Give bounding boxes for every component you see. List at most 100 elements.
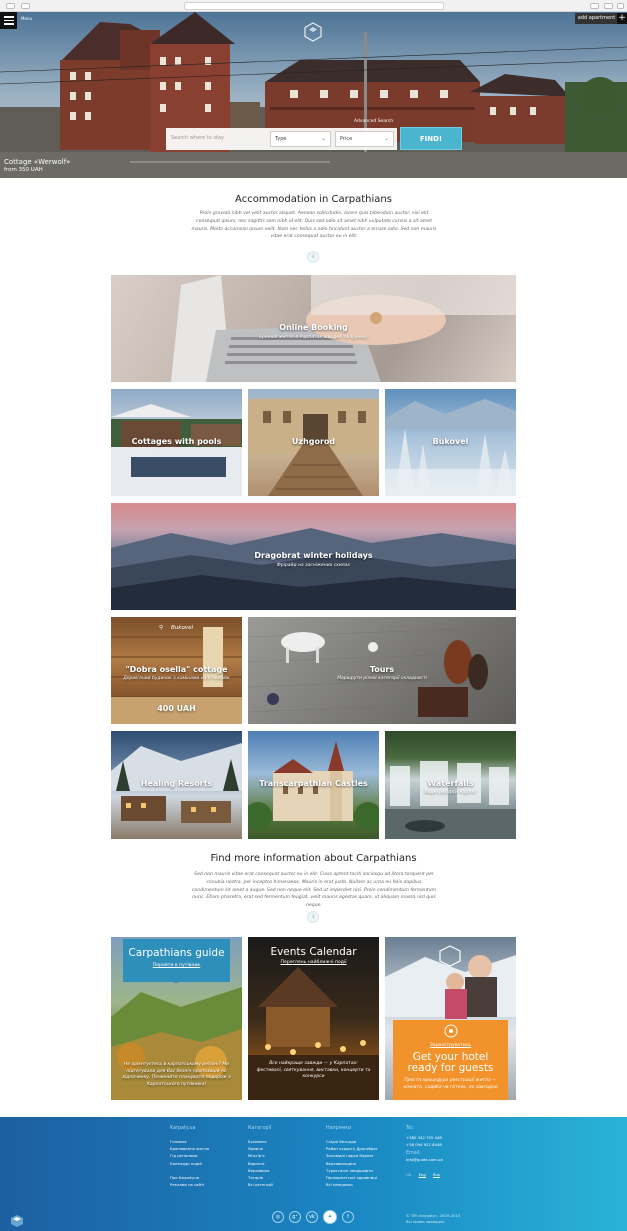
footer-link[interactable]: Про Karpaty.ua	[170, 1174, 209, 1181]
duplicate-icon[interactable]	[604, 3, 613, 9]
location-pin-icon: ⚲	[159, 625, 164, 631]
healing-resorts-tile[interactable]: Healing Resorts	[111, 731, 242, 839]
tours-tile[interactable]: Tours Маршрути різної категорії складнос…	[248, 617, 516, 724]
lang-eng[interactable]: Eng	[419, 1172, 426, 1177]
guide-title: Carpathians guide	[128, 947, 225, 959]
logo-icon[interactable]	[304, 22, 322, 42]
guide-card-text: Не орієнтуєтесь в карпатському регіоні? …	[122, 1062, 231, 1087]
footer-link[interactable]: Бронювання житла	[170, 1145, 209, 1152]
facebook-icon[interactable]: f	[342, 1211, 354, 1223]
plus-icon[interactable]: +	[617, 13, 627, 24]
events-link[interactable]: Переглянь найближчі події	[248, 960, 379, 965]
dobra-osella-tile[interactable]: ⚲ Bukovel "Dobra osella" cottage Дерев'я…	[111, 617, 242, 724]
dragobrat-title: Dragobrat winter holidays	[254, 551, 373, 560]
footer-link[interactable]: Східні Бескиди	[326, 1138, 378, 1145]
footer-link[interactable]: Головна	[170, 1138, 209, 1145]
footer-link[interactable]: Туристичні ландшафти	[326, 1167, 378, 1174]
footer-link[interactable]: Буковель	[248, 1138, 273, 1145]
share-icon[interactable]	[590, 3, 599, 9]
hero-title[interactable]: Cottage «Werwolf»	[4, 158, 70, 166]
type-select[interactable]: Type ⌄	[270, 131, 331, 147]
footer-spacer	[170, 1167, 209, 1174]
footer-link[interactable]: Всі категорії	[248, 1181, 273, 1188]
type-select-value: Type	[275, 136, 287, 142]
bukovel-tile[interactable]: Bukovel	[385, 389, 516, 496]
instagram-icon[interactable]: ◎	[272, 1211, 284, 1223]
footer-link[interactable]: Календар подій	[170, 1160, 209, 1167]
footer-col-title: Karpaty.ua	[170, 1126, 196, 1131]
phone-link[interactable]: +380 342 755 448	[406, 1134, 443, 1141]
footer-col-directions: Напрямки Східні Бескиди Район курорту Др…	[326, 1126, 378, 1188]
online-booking-title: Online Booking	[279, 323, 348, 332]
footer-link[interactable]: Ярмиче	[248, 1145, 273, 1152]
menu-button[interactable]	[0, 12, 17, 29]
hotel-title: Get your hotel ready for guests	[407, 1051, 494, 1074]
hotel-badge-icon	[444, 1024, 457, 1038]
dragobrat-sub: Фрірайд на засніжених схилах	[276, 563, 351, 568]
bukovel-title: Bukovel	[432, 437, 469, 446]
browser-toolbar	[0, 0, 627, 12]
more-info-text: Sed non mauris vitae erat consequat auct…	[191, 872, 437, 909]
add-tab-icon[interactable]	[617, 3, 624, 9]
guide-box: Carpathians guide Перейти в путівник	[123, 939, 230, 982]
vk-icon[interactable]: vk	[306, 1211, 318, 1223]
uzhgorod-tile[interactable]: Uzhgorod	[248, 389, 379, 496]
cottages-tile[interactable]: Cottages with pools	[111, 389, 242, 496]
copyright: © ТМ «Karpaty», 2009-2015 Всі права захи…	[406, 1213, 460, 1225]
tabs-icon[interactable]	[21, 3, 30, 9]
find-button[interactable]: FIND!	[400, 127, 462, 150]
lang-rus[interactable]: Rus	[433, 1172, 440, 1177]
google-plus-icon[interactable]: g⁺	[289, 1211, 301, 1223]
footer-logo-icon[interactable]	[10, 1214, 24, 1228]
footer-col-site: Karpaty.ua Головна Бронювання житла Гід …	[170, 1126, 209, 1188]
price-select[interactable]: Price ⌄	[335, 131, 394, 147]
dobra-osella-sub: Дерев'яний будинок з камінами на 8 чолов…	[123, 676, 230, 681]
footer-link[interactable]: Район курорту Драгобрат	[326, 1145, 378, 1152]
twitter-icon[interactable]: ✦	[323, 1210, 337, 1224]
online-booking-tile[interactable]: Online Booking Бронюй житло в Карпатах ш…	[111, 275, 516, 382]
events-card[interactable]: Events Calendar Переглянь найближчі поді…	[248, 937, 379, 1100]
footer-link[interactable]: Заповідні парки Карпат	[326, 1152, 378, 1159]
back-icon[interactable]	[6, 3, 15, 9]
footer-link[interactable]: Татарів	[248, 1174, 273, 1181]
footer-link[interactable]: Верховинщина	[326, 1160, 378, 1167]
hero-price: from 350 UAH	[4, 167, 43, 173]
language-switcher: UA Eng Rus	[406, 1171, 443, 1178]
cottages-title: Cottages with pools	[131, 437, 222, 446]
add-apartment-button[interactable]: add apartment	[575, 13, 618, 24]
dragobrat-tile[interactable]: Dragobrat winter holidays Фрірайд на зас…	[111, 503, 516, 610]
tours-title: Tours	[369, 665, 395, 674]
email-link[interactable]: info@guide.com.ua	[406, 1156, 443, 1163]
footer-col-contacts: Tel: +380 342 755 448 +38 094 922 8448 E…	[406, 1126, 443, 1178]
footer-link[interactable]: Міжгір'я	[248, 1152, 273, 1159]
search-input[interactable]: Search where to stay	[171, 135, 224, 141]
online-booking-sub: Бронюй житло в Карпатах швидко та зручно…	[258, 335, 369, 340]
healing-resorts-title: Healing Resorts	[140, 779, 213, 788]
tours-sub: Маршрути різної категорії складності	[337, 676, 427, 681]
footer-link[interactable]: Прикарпатські здравниці	[326, 1174, 378, 1181]
events-text: Все найкраще завжди — у Карпатах: фестив…	[256, 1061, 371, 1079]
footer-col-title: Категорії	[248, 1126, 272, 1131]
price-select-value: Price	[340, 136, 353, 142]
scroll-down-icon[interactable]: ↓	[307, 251, 319, 263]
hotel-text: Проста процедура реєстрації житла — кімн…	[403, 1078, 498, 1090]
dobra-osella-location: Bukovel	[171, 625, 193, 631]
advanced-search-link[interactable]: Advanced Search	[354, 119, 393, 124]
tel-label: Tel:	[406, 1126, 415, 1131]
scroll-down-icon[interactable]: ↓	[307, 911, 319, 923]
more-info-title: Find more information about Carpathians	[210, 853, 417, 864]
footer-link[interactable]: Реклама на сайті	[170, 1181, 209, 1188]
footer-link[interactable]: Гід регіонами	[170, 1152, 209, 1159]
footer-link[interactable]: Всі напрямки	[326, 1181, 378, 1188]
chevron-down-icon: ⌄	[383, 135, 389, 142]
guide-link[interactable]: Перейти в путівник	[123, 963, 230, 968]
hotel-link[interactable]: Зареєструватись	[393, 1043, 508, 1048]
address-bar[interactable]	[184, 2, 444, 10]
footer-link[interactable]: Ворохта	[248, 1160, 273, 1167]
lang-ua[interactable]: UA	[406, 1172, 411, 1177]
phone-link[interactable]: +38 094 922 8448	[406, 1141, 443, 1148]
footer-col-title: Напрямки	[326, 1126, 352, 1131]
waterfalls-tile[interactable]: Waterfalls Водні ресурси Карпат	[385, 731, 516, 839]
castles-tile[interactable]: Transcarpathian Castles	[248, 731, 379, 839]
footer-link[interactable]: Верховина	[248, 1167, 273, 1174]
